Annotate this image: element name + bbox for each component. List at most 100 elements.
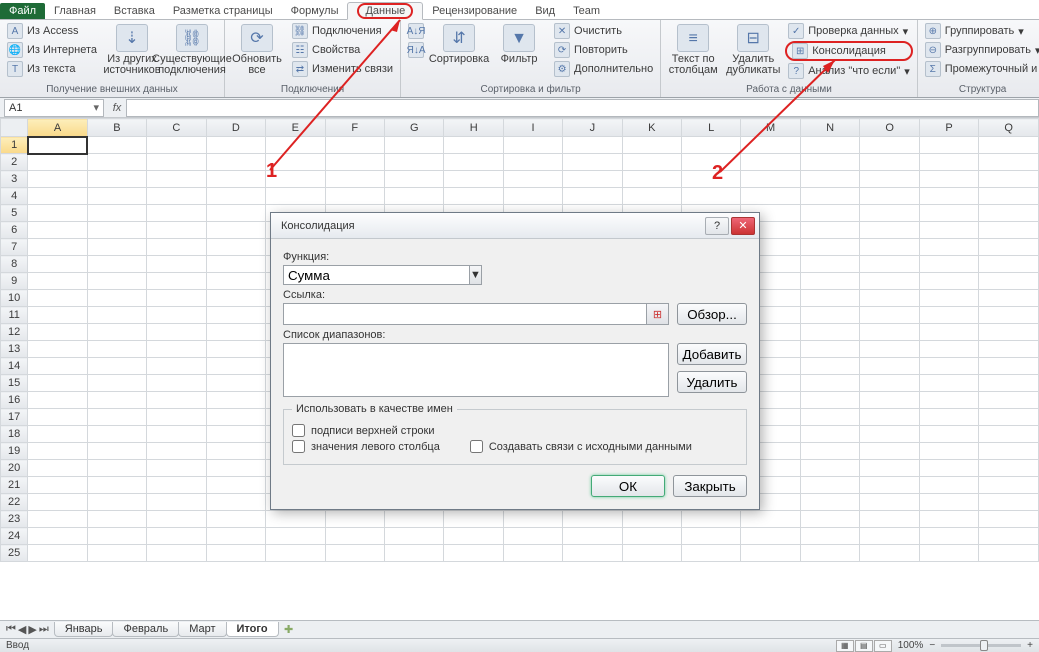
cell[interactable] bbox=[325, 545, 384, 562]
cell[interactable] bbox=[860, 528, 920, 545]
cell[interactable] bbox=[28, 409, 87, 426]
cell[interactable] bbox=[800, 154, 859, 171]
cell[interactable] bbox=[206, 341, 265, 358]
cell[interactable] bbox=[28, 443, 87, 460]
cell[interactable] bbox=[800, 409, 859, 426]
cell[interactable] bbox=[800, 528, 859, 545]
cell[interactable] bbox=[206, 205, 265, 222]
zoom-in-button[interactable]: + bbox=[1027, 640, 1033, 651]
fx-button[interactable]: fx bbox=[108, 102, 126, 114]
cell[interactable] bbox=[87, 154, 146, 171]
cell[interactable] bbox=[979, 307, 1039, 324]
cell[interactable] bbox=[28, 477, 87, 494]
cell[interactable] bbox=[384, 171, 444, 188]
cell[interactable] bbox=[919, 290, 978, 307]
zoom-slider[interactable] bbox=[941, 644, 1021, 647]
cell[interactable] bbox=[979, 188, 1039, 205]
select-all-corner[interactable] bbox=[1, 119, 28, 137]
cell[interactable] bbox=[28, 307, 87, 324]
cell[interactable] bbox=[979, 290, 1039, 307]
sheet-tab[interactable]: Январь bbox=[54, 622, 114, 637]
cell[interactable] bbox=[979, 324, 1039, 341]
cell[interactable] bbox=[325, 188, 384, 205]
cell[interactable] bbox=[87, 494, 146, 511]
cell[interactable] bbox=[325, 154, 384, 171]
row-header[interactable]: 22 bbox=[1, 494, 28, 511]
col-header[interactable]: M bbox=[741, 119, 801, 137]
row-header[interactable]: 9 bbox=[1, 273, 28, 290]
add-button[interactable]: Добавить bbox=[677, 343, 747, 365]
from-access-button[interactable]: AИз Access bbox=[4, 22, 100, 40]
cell[interactable] bbox=[147, 188, 206, 205]
cell[interactable] bbox=[266, 511, 325, 528]
cell[interactable] bbox=[800, 239, 859, 256]
cell[interactable] bbox=[28, 545, 87, 562]
cell[interactable] bbox=[87, 545, 146, 562]
cancel-button[interactable]: Закрыть bbox=[673, 475, 747, 497]
cell[interactable] bbox=[919, 409, 978, 426]
cell[interactable] bbox=[206, 154, 265, 171]
cell[interactable] bbox=[206, 511, 265, 528]
row-header[interactable]: 10 bbox=[1, 290, 28, 307]
cell[interactable] bbox=[87, 222, 146, 239]
cell[interactable] bbox=[800, 307, 859, 324]
cell[interactable] bbox=[206, 324, 265, 341]
cell[interactable] bbox=[860, 375, 920, 392]
cell[interactable] bbox=[503, 188, 562, 205]
delete-button[interactable]: Удалить bbox=[677, 371, 747, 393]
cell[interactable] bbox=[206, 171, 265, 188]
edit-links-button[interactable]: ⇄Изменить связи bbox=[289, 60, 396, 78]
cell[interactable] bbox=[503, 137, 562, 154]
cell[interactable] bbox=[800, 222, 859, 239]
cell[interactable] bbox=[147, 358, 206, 375]
cell[interactable] bbox=[563, 171, 622, 188]
row-header[interactable]: 15 bbox=[1, 375, 28, 392]
tab-view[interactable]: Вид bbox=[526, 3, 564, 19]
cell[interactable] bbox=[919, 154, 978, 171]
cell[interactable] bbox=[206, 392, 265, 409]
cell[interactable] bbox=[147, 426, 206, 443]
row-header[interactable]: 20 bbox=[1, 460, 28, 477]
zoom-value[interactable]: 100% bbox=[898, 640, 924, 651]
cell[interactable] bbox=[860, 392, 920, 409]
cell[interactable] bbox=[860, 494, 920, 511]
cell[interactable] bbox=[206, 443, 265, 460]
cell[interactable] bbox=[503, 154, 562, 171]
range-listbox[interactable] bbox=[283, 343, 669, 397]
cell[interactable] bbox=[87, 239, 146, 256]
cell[interactable] bbox=[87, 188, 146, 205]
cell[interactable] bbox=[979, 375, 1039, 392]
cell[interactable] bbox=[800, 494, 859, 511]
cell[interactable] bbox=[147, 392, 206, 409]
cell[interactable] bbox=[622, 171, 681, 188]
row-header[interactable]: 8 bbox=[1, 256, 28, 273]
cell[interactable] bbox=[28, 341, 87, 358]
chevron-down-icon[interactable]: ▾ bbox=[93, 101, 99, 114]
cell[interactable] bbox=[919, 341, 978, 358]
cell[interactable] bbox=[87, 273, 146, 290]
cell[interactable] bbox=[384, 154, 444, 171]
top-row-checkbox[interactable] bbox=[292, 424, 305, 437]
cell[interactable] bbox=[860, 273, 920, 290]
dialog-help-button[interactable]: ? bbox=[705, 217, 729, 235]
sheet-nav-last[interactable]: ⏭ bbox=[39, 623, 49, 636]
cell[interactable] bbox=[444, 137, 503, 154]
cell[interactable] bbox=[860, 171, 920, 188]
cell[interactable] bbox=[503, 171, 562, 188]
tab-file[interactable]: Файл bbox=[0, 3, 45, 19]
cell[interactable] bbox=[87, 290, 146, 307]
cell[interactable] bbox=[147, 239, 206, 256]
cell[interactable] bbox=[206, 307, 265, 324]
cell[interactable] bbox=[919, 477, 978, 494]
cell[interactable] bbox=[266, 188, 325, 205]
cell[interactable] bbox=[979, 137, 1039, 154]
cell[interactable] bbox=[860, 188, 920, 205]
cell[interactable] bbox=[563, 511, 622, 528]
cell[interactable] bbox=[503, 511, 562, 528]
cell[interactable] bbox=[147, 375, 206, 392]
cell[interactable] bbox=[147, 290, 206, 307]
cell[interactable] bbox=[979, 494, 1039, 511]
cell[interactable] bbox=[919, 426, 978, 443]
cell[interactable] bbox=[87, 477, 146, 494]
sheet-tab[interactable]: Март bbox=[178, 622, 226, 637]
